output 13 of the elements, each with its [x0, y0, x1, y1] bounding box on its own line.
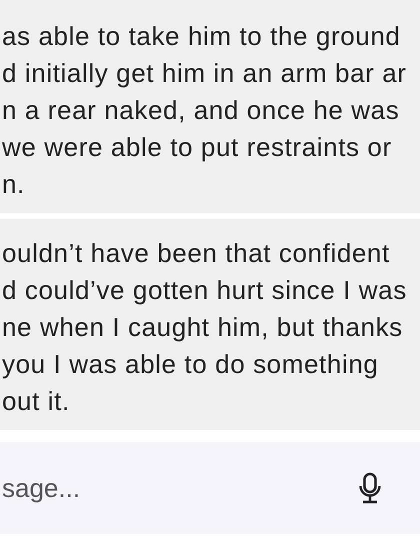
message-text: d could’ve gotten hurt since I was — [2, 274, 407, 307]
message-text: you I was able to do something — [2, 348, 378, 381]
message-text: n. — [2, 168, 25, 201]
message-text: out it. — [2, 385, 70, 418]
message-input[interactable]: sage... — [2, 472, 358, 504]
message-text: n a rear naked, and once he was — [2, 94, 400, 127]
message-text: as able to take him to the ground — [2, 20, 400, 53]
message-text: d initially get him in an arm bar ar — [2, 57, 407, 90]
message-text: ne when I caught him, but thanks — [2, 311, 403, 344]
message-input-field[interactable]: sage... — [0, 442, 420, 534]
microphone-icon[interactable] — [358, 472, 382, 504]
message-text: ouldn’t have been that confident — [2, 237, 390, 270]
message-text: we were able to put restraints or — [2, 131, 392, 164]
